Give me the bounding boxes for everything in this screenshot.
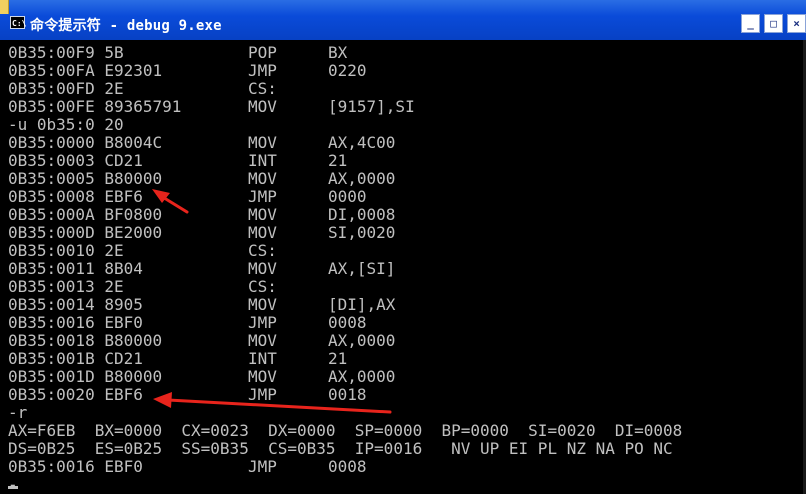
console-opcode: MOV [248,133,277,152]
console-operand: BX [328,43,348,62]
console-address: DS=0B25 ES=0B25 SS=0B35 CS=0B35 IP=0016 … [8,439,673,458]
console-operand: AX,0000 [328,331,396,350]
console-opcode: MOV [248,259,277,278]
console-address: 0B35:001D B80000 [8,367,163,386]
console-operand: 21 [328,349,348,368]
console-operand: 21 [328,151,348,170]
console-address: 0B35:0013 2E [8,277,124,296]
console-address: 0B35:0010 2E [8,241,124,260]
folder-icon [0,0,9,14]
console-address: 0B35:000D BE2000 [8,223,163,242]
console-address: 0B35:00FE 89365791 [8,97,182,116]
console-address: 0B35:00FD 2E [8,79,124,98]
console-address: 0B35:0016 EBF0 [8,313,143,332]
console-address: 0B35:001B CD21 [8,349,143,368]
console-address: 0B35:0008 EBF6 [8,187,143,206]
console-opcode: CS: [248,79,277,98]
console-operand: AX,0000 [328,367,396,386]
minimize-button[interactable]: _ [741,14,760,33]
console-operand: SI,0020 [328,223,396,242]
console-opcode: INT [248,349,277,368]
console-operand: AX,[SI] [328,259,396,278]
console-operand: 0220 [328,61,367,80]
console-address: 0B35:0011 8B04 [8,259,143,278]
console-address: AX=F6EB BX=0000 CX=0023 DX=0000 SP=0000 … [8,421,683,440]
console-address: - [8,475,18,494]
console-address: 0B35:0000 B8004C [8,133,163,152]
console-address: 0B35:00F9 5B [8,43,124,62]
console-operand: 0008 [328,313,367,332]
console-address: 0B35:0003 CD21 [8,151,143,170]
console-operand: [9157],SI [328,97,415,116]
window-title: 命令提示符 - debug 9.exe [30,18,222,34]
console-opcode: MOV [248,295,277,314]
console-opcode: JMP [248,313,277,332]
console-opcode: JMP [248,61,277,80]
console-opcode: MOV [248,205,277,224]
console-opcode: JMP [248,187,277,206]
console-operand: [DI],AX [328,295,396,314]
console-opcode: MOV [248,367,277,386]
console-opcode: CS: [248,241,277,260]
console-operand: 0000 [328,187,367,206]
console-operand: 0018 [328,385,367,404]
console-opcode: INT [248,151,277,170]
console-opcode: MOV [248,331,277,350]
console-operand: AX,4C00 [328,133,396,152]
console-opcode: MOV [248,223,277,242]
console-output[interactable]: 0B35:00F9 5B POP BX 0B35:00FA E92301 JMP 0220… [0,40,806,494]
maximize-button[interactable]: □ [764,14,783,33]
console-operand: 0008 [328,457,367,476]
command-prompt-window: C:\ 命令提示符 - debug 9.exe _ □ × 0B35:00F9 … [0,0,806,494]
console-address: -r [8,403,28,422]
console-address: 0B35:00FA E92301 [8,61,163,80]
console-operand: AX,0000 [328,169,396,188]
console-app-icon[interactable]: C:\ [10,16,26,29]
console-address: 0B35:0016 EBF0 [8,457,143,476]
console-opcode: JMP [248,385,277,404]
console-opcode: MOV [248,169,277,188]
console-opcode: POP [248,43,277,62]
close-button[interactable]: × [787,14,806,33]
console-opcode: CS: [248,277,277,296]
console-operand: DI,0008 [328,205,396,224]
console-opcode: MOV [248,97,277,116]
console-address: 0B35:0018 B80000 [8,331,163,350]
console-opcode: JMP [248,457,277,476]
console-address: 0B35:0005 B80000 [8,169,163,188]
title-bar[interactable]: C:\ 命令提示符 - debug 9.exe _ □ × [0,0,806,41]
text-cursor [8,486,18,489]
console-address: 0B35:0020 EBF6 [8,385,143,404]
console-address: -u 0b35:0 20 [8,115,124,134]
console-address: 0B35:000A BF0800 [8,205,163,224]
console-address: 0B35:0014 8905 [8,295,143,314]
